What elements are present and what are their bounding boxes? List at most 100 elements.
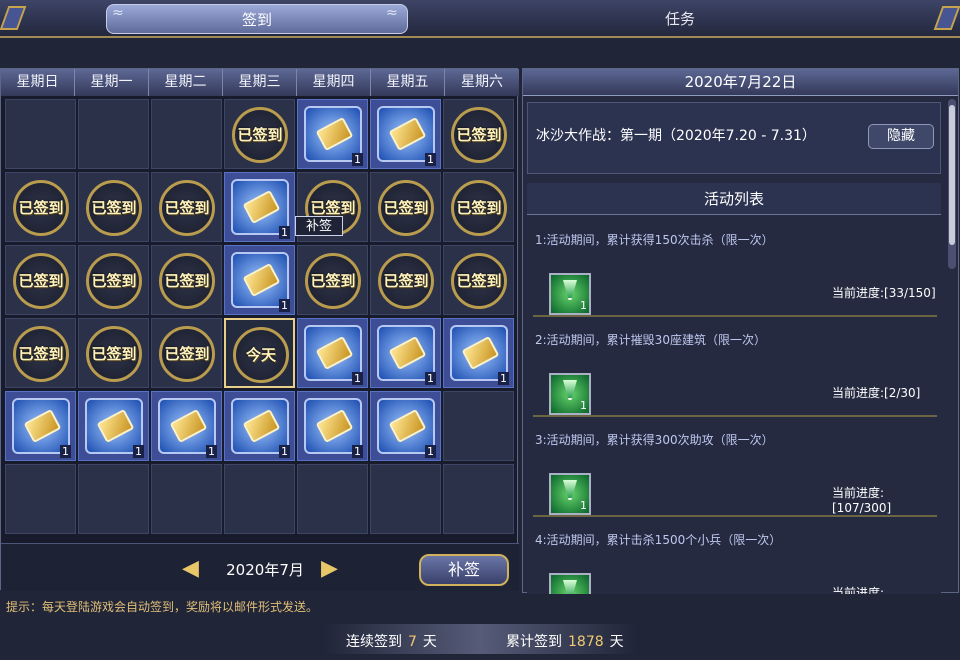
smoothie-reward-icon[interactable]: 1 — [549, 473, 591, 515]
signed-badge-icon: 已签到 — [375, 179, 437, 237]
dragon-icon: ≈ — [112, 5, 124, 21]
calendar-cell-ticket[interactable]: 1 — [78, 391, 149, 461]
calendar-cell-signed[interactable]: 已签到 — [5, 172, 76, 242]
smoothie-reward-icon[interactable]: 1 — [549, 273, 591, 315]
smoothie-glass-icon — [563, 280, 577, 300]
calendar-cell-signed[interactable]: 已签到 — [78, 318, 149, 388]
calendar-cell-empty — [370, 464, 441, 534]
gold-ticket-icon — [461, 336, 500, 370]
signed-stamp: 已签到 — [456, 126, 502, 144]
calendar-cell-ticket[interactable]: 1 — [370, 318, 441, 388]
ticket-count: 1 — [279, 445, 290, 458]
calendar-cell-signed[interactable]: 已签到 — [151, 318, 222, 388]
signed-badge-icon: 已签到 — [448, 179, 510, 237]
calendar-cell-signed[interactable]: 已签到 — [78, 172, 149, 242]
scroll-thumb[interactable] — [949, 105, 955, 245]
ticket-count: 1 — [425, 153, 436, 166]
activity-progress: 当前进度:[2/30] — [832, 386, 921, 400]
signed-stamp: 已签到 — [164, 272, 210, 290]
gold-ticket-icon — [242, 409, 281, 443]
gold-ticket-icon — [388, 336, 427, 370]
calendar-cell-signed[interactable]: 已签到 — [297, 245, 368, 315]
signed-badge-icon: 已签到 — [375, 252, 437, 310]
activity-item: 2:活动期间，累计摧毁30座建筑（限一次） 1 当前进度:[2/30] — [527, 317, 941, 417]
calendar-cell-ticket[interactable]: 1 — [224, 391, 295, 461]
gold-ticket-icon — [242, 190, 281, 224]
calendar-cell-empty — [78, 464, 149, 534]
calendar-cell-signed[interactable]: 已签到 — [151, 245, 222, 315]
calendar-cell-signed[interactable]: 已签到 — [443, 172, 514, 242]
signed-badge-icon: 已签到 — [83, 252, 145, 310]
smoothie-reward-icon[interactable]: 1 — [549, 373, 591, 415]
activity-scrollbar[interactable] — [948, 99, 956, 269]
calendar-cell-empty — [151, 464, 222, 534]
signed-badge-icon: 已签到 — [10, 325, 72, 383]
smoothie-glass-icon — [563, 580, 577, 594]
signed-badge-icon: 已签到 — [156, 325, 218, 383]
current-date: 2020年7月22日 — [523, 69, 958, 96]
tab-sign-in[interactable]: 签到 — [106, 4, 408, 34]
total-text: 累计签到 1878 天 — [506, 631, 624, 651]
gold-ticket-icon — [315, 409, 354, 443]
signed-stamp: 已签到 — [237, 126, 283, 144]
month-label: 2020年7月 — [226, 561, 304, 579]
calendar-cell-signed[interactable]: 已签到 — [443, 245, 514, 315]
gold-ticket-icon — [96, 409, 135, 443]
calendar-cell-ticket[interactable]: 1 — [224, 245, 295, 315]
gold-ticket-icon — [315, 336, 354, 370]
next-month-icon[interactable]: ▶ — [321, 556, 338, 581]
calendar-cell-ticket[interactable]: 1 — [443, 318, 514, 388]
calendar-cell-signed[interactable]: 已签到 — [5, 245, 76, 315]
signed-stamp: 已签到 — [164, 345, 210, 363]
weekday-header: 星期日 星期一 星期二 星期三 星期四 星期五 星期六 — [1, 69, 519, 96]
gold-ticket-icon — [169, 409, 208, 443]
gold-ticket-icon — [388, 117, 427, 151]
signed-stamp: 已签到 — [18, 345, 64, 363]
ticket-count: 1 — [206, 445, 217, 458]
streak-value: 7 — [408, 634, 417, 650]
activity-item: 4:活动期间，累计击杀1500个小兵（限一次） 1 当前进度:[387/1500] — [527, 517, 941, 594]
activity-title: 3:活动期间，累计获得300次助攻（限一次） — [535, 433, 774, 447]
calendar-cell-ticket[interactable]: 1 — [297, 318, 368, 388]
calendar-cell-ticket[interactable]: 1 — [151, 391, 222, 461]
calendar-cell-signed[interactable]: 已签到 — [370, 245, 441, 315]
left-ornament-icon — [0, 6, 27, 30]
calendar-cell-signed[interactable]: 已签到 — [78, 245, 149, 315]
weekday-saturday: 星期六 — [445, 69, 519, 96]
calendar-cell-ticket[interactable]: 1 — [370, 391, 441, 461]
signed-badge-icon: 已签到 — [302, 252, 364, 310]
signed-badge-icon: 已签到 — [10, 252, 72, 310]
ticket-count: 1 — [425, 372, 436, 385]
calendar-cell-signed[interactable]: 已签到 — [151, 172, 222, 242]
weekday-sunday: 星期日 — [1, 69, 75, 96]
today-badge-icon: 今天 — [230, 326, 292, 384]
ticket-count: 1 — [279, 299, 290, 312]
calendar-cell-ticket[interactable]: 1 — [5, 391, 76, 461]
calendar-cell-ticket[interactable]: 1 — [297, 99, 368, 169]
calendar-cell-ticket[interactable]: 1 — [224, 172, 295, 242]
make-up-sign-button[interactable]: 补签 — [419, 554, 509, 586]
signed-badge-icon: 已签到 — [10, 179, 72, 237]
calendar-cell-signed[interactable]: 已签到 — [5, 318, 76, 388]
event-summary: 冰沙大作战：第一期（2020年7.20 - 7.31） 隐藏 — [527, 102, 941, 174]
calendar-cell-today[interactable]: 今天 — [224, 318, 295, 388]
prev-month-icon[interactable]: ◀ — [182, 556, 199, 581]
signed-badge-icon: 已签到 — [156, 252, 218, 310]
calendar-cell-ticket[interactable]: 1 — [297, 391, 368, 461]
event-title: 冰沙大作战：第一期（2020年7.20 - 7.31） — [536, 128, 816, 144]
hide-button[interactable]: 隐藏 — [868, 124, 934, 149]
activity-progress: 当前进度:[387/1500] — [832, 586, 885, 594]
smoothie-reward-icon[interactable]: 1 — [549, 573, 591, 594]
signed-stamp: 已签到 — [383, 199, 429, 217]
calendar-cell-ticket[interactable]: 1 — [370, 99, 441, 169]
tab-tasks[interactable]: 任务 — [420, 4, 940, 34]
streak-text: 连续签到 7 天 — [346, 631, 437, 651]
signed-stamp: 已签到 — [18, 272, 64, 290]
activity-item: 1:活动期间，累计获得150次击杀（限一次） 1 当前进度:[33/150] — [527, 217, 941, 317]
calendar-cell-signed[interactable]: 已签到 — [224, 99, 295, 169]
calendar-cell-signed[interactable]: 已签到 — [370, 172, 441, 242]
calendar-cell-signed[interactable]: 已签到 — [443, 99, 514, 169]
weekday-thursday: 星期四 — [297, 69, 371, 96]
weekday-tuesday: 星期二 — [149, 69, 223, 96]
reward-qty: 1 — [580, 299, 587, 312]
